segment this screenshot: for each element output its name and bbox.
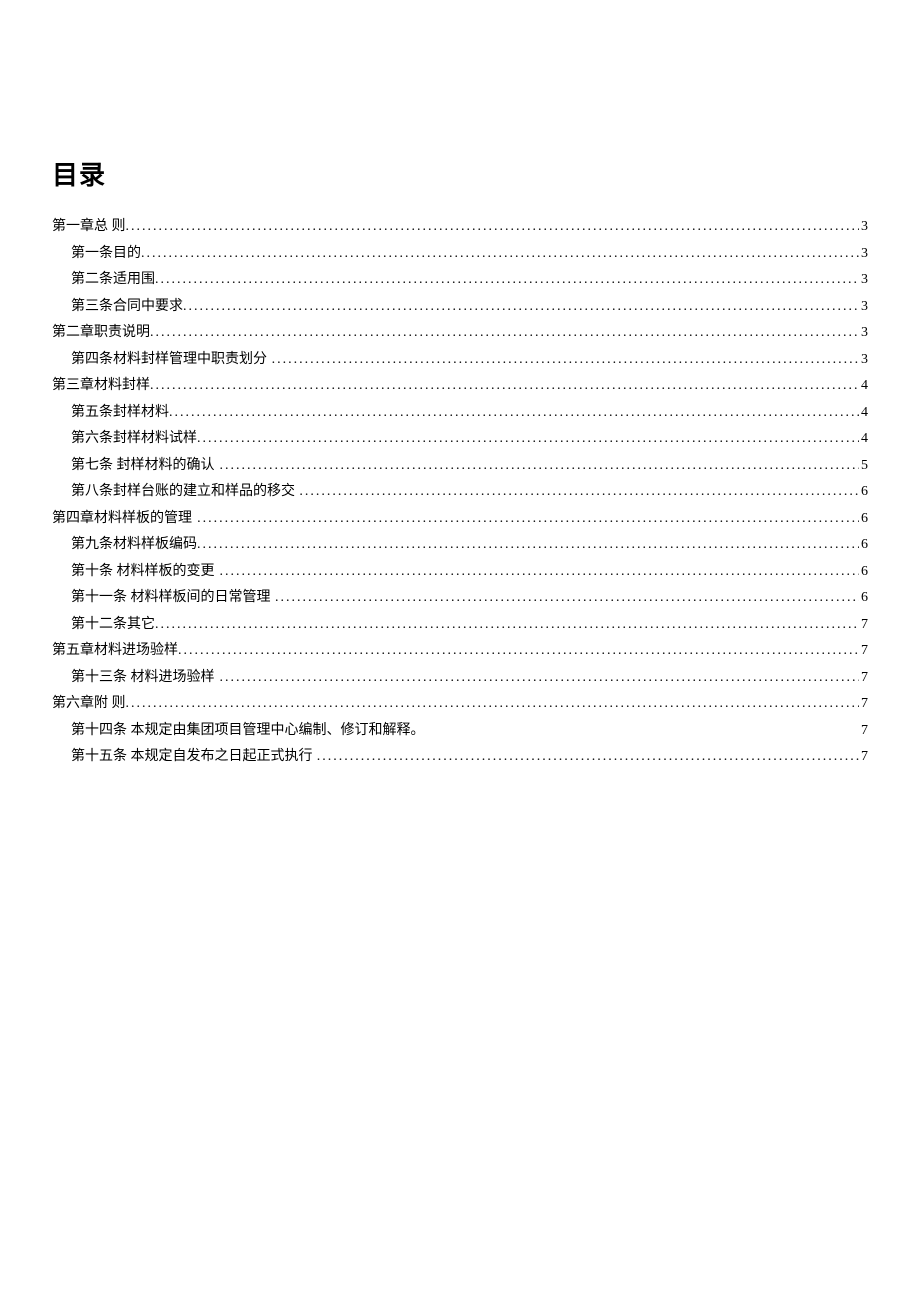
- toc-entry-page: 7: [859, 618, 868, 632]
- toc-entry-page: 4: [859, 432, 868, 446]
- toc-entry-leader: [126, 220, 860, 234]
- toc-entry-label: 第十二条其它: [71, 618, 155, 632]
- toc-title: 目录: [52, 155, 868, 192]
- toc-entry-page: 7: [859, 644, 868, 658]
- toc-entry: 第四条材料封样管理中职责划分 3: [52, 353, 868, 367]
- toc-entry-leader: [169, 406, 859, 420]
- toc-entry-label: 第三章材料封样: [52, 379, 150, 393]
- toc-entry-label: 第二章职责说明: [52, 326, 150, 340]
- toc-entry-label: 第六章附 则: [52, 697, 126, 711]
- toc-entry-label: 第二条适用围: [71, 273, 155, 287]
- toc-entry-label: 第十一条 材料样板间的日常管理: [71, 591, 271, 605]
- toc-entry-page: 7: [859, 750, 868, 764]
- toc-entry-page: 6: [859, 485, 868, 499]
- toc-entry: 第十一条 材料样板间的日常管理 6: [52, 591, 868, 605]
- toc-entry-leader: [197, 512, 859, 526]
- toc-entry-label: 第三条合同中要求: [71, 300, 183, 314]
- toc-entry-leader: [155, 273, 859, 287]
- toc-entry: 第一条目的 3: [52, 247, 868, 261]
- toc-entry: 第五条封样材料 4: [52, 406, 868, 420]
- toc-entry-leader: [299, 485, 859, 499]
- toc-entry-leader: [197, 538, 859, 552]
- toc-entry-leader: [219, 671, 859, 685]
- toc-entry-label: 第十五条 本规定自发布之日起正式执行: [71, 750, 313, 764]
- toc-entry-label: 第十四条 本规定由集团项目管理中心编制、修订和解释。: [71, 724, 425, 738]
- toc-entry: 第十二条其它 7: [52, 618, 868, 632]
- toc-entry: 第二章职责说明 3: [52, 326, 868, 340]
- toc-entry-leader: [275, 591, 859, 605]
- toc-entry-label: 第四条材料封样管理中职责划分: [71, 353, 267, 367]
- toc-entry-page: 5: [859, 459, 868, 473]
- toc-entry-leader: [219, 565, 859, 579]
- toc-entry-label: 第一条目的: [71, 247, 141, 261]
- toc-entry-leader: [219, 459, 859, 473]
- toc-entry: 第三章材料封样 4: [52, 379, 868, 393]
- toc-entry-page: 6: [859, 591, 868, 605]
- toc-entry-label: 第八条封样台账的建立和样品的移交: [71, 485, 295, 499]
- toc-entry-label: 第六条封样材料试样: [71, 432, 197, 446]
- toc-entry-leader: [197, 432, 859, 446]
- toc-entry-page: 3: [859, 273, 868, 287]
- toc-entry-page: 4: [859, 379, 868, 393]
- toc-entry: 第十条 材料样板的变更 6: [52, 565, 868, 579]
- toc-entry-label: 第九条材料样板编码: [71, 538, 197, 552]
- toc-entry-label: 第四章材料样板的管理: [52, 512, 192, 526]
- toc-entry-page: 7: [859, 671, 868, 685]
- toc-entry-label: 第五章材料进场验样: [52, 644, 178, 658]
- toc-entry: 第一章总 则 3: [52, 220, 868, 234]
- toc-entry: 第三条合同中要求 3: [52, 300, 868, 314]
- toc-container: 第一章总 则3第一条目的3第二条适用围3第三条合同中要求3第二章职责说明3第四条…: [52, 220, 868, 764]
- toc-entry-page: 4: [859, 406, 868, 420]
- toc-entry: 第十三条 材料进场验样 7: [52, 671, 868, 685]
- toc-entry-leader: [155, 618, 859, 632]
- toc-entry: 第六条封样材料试样 4: [52, 432, 868, 446]
- toc-entry-page: 6: [859, 538, 868, 552]
- toc-entry-leader: [150, 379, 859, 393]
- toc-entry-leader: [141, 247, 859, 261]
- toc-entry-page: 3: [859, 353, 868, 367]
- toc-entry-leader: [317, 750, 859, 764]
- toc-entry-leader: [272, 353, 859, 367]
- toc-entry-leader: [183, 300, 859, 314]
- toc-entry-leader: [178, 644, 859, 658]
- toc-entry: 第十五条 本规定自发布之日起正式执行 7: [52, 750, 868, 764]
- toc-entry: 第九条材料样板编码 6: [52, 538, 868, 552]
- toc-entry: 第六章附 则 7: [52, 697, 868, 711]
- toc-entry-page: 7: [859, 697, 868, 711]
- toc-entry-label: 第十三条 材料进场验样: [71, 671, 215, 685]
- toc-entry-page: 3: [859, 326, 868, 340]
- toc-entry-page: 3: [859, 220, 868, 234]
- toc-entry: 第二条适用围 3: [52, 273, 868, 287]
- toc-entry: 第五章材料进场验样 7: [52, 644, 868, 658]
- toc-entry-label: 第一章总 则: [52, 220, 126, 234]
- toc-entry-page: 3: [859, 300, 868, 314]
- toc-entry-leader: [126, 697, 860, 711]
- toc-entry-page: 7: [859, 724, 868, 738]
- toc-entry: 第八条封样台账的建立和样品的移交 6: [52, 485, 868, 499]
- toc-entry-page: 3: [859, 247, 868, 261]
- toc-entry-label: 第十条 材料样板的变更: [71, 565, 215, 579]
- toc-entry-leader: [150, 326, 859, 340]
- toc-entry: 第十四条 本规定由集团项目管理中心编制、修订和解释。 7: [52, 724, 868, 738]
- toc-entry-page: 6: [859, 512, 868, 526]
- toc-entry-label: 第七条 封样材料的确认: [71, 459, 215, 473]
- toc-entry: 第四章材料样板的管理 6: [52, 512, 868, 526]
- toc-entry-page: 6: [859, 565, 868, 579]
- toc-entry-label: 第五条封样材料: [71, 406, 169, 420]
- toc-entry: 第七条 封样材料的确认 5: [52, 459, 868, 473]
